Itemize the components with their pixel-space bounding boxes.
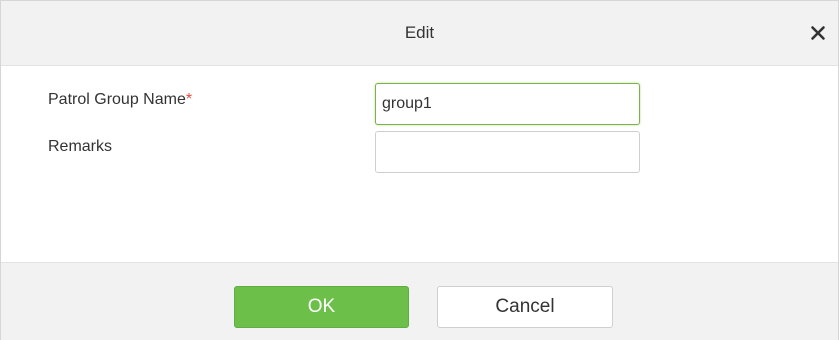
ok-button[interactable]: OK xyxy=(234,286,409,328)
patrol-group-name-label-text: Patrol Group Name xyxy=(48,91,186,108)
remarks-input[interactable] xyxy=(375,131,640,173)
edit-dialog: Edit Patrol Group Name* Remarks OK Cance… xyxy=(0,0,839,340)
dialog-title: Edit xyxy=(404,23,435,42)
close-icon[interactable] xyxy=(804,19,832,47)
remarks-label: Remarks xyxy=(48,138,113,155)
dialog-body: Patrol Group Name* Remarks xyxy=(1,66,838,261)
patrol-group-name-label: Patrol Group Name* xyxy=(48,91,192,109)
patrol-group-name-input[interactable] xyxy=(375,83,640,125)
dialog-footer: OK Cancel xyxy=(1,262,838,340)
dialog-titlebar: Edit xyxy=(1,1,838,66)
required-marker: * xyxy=(185,91,193,108)
cancel-button[interactable]: Cancel xyxy=(437,286,613,328)
